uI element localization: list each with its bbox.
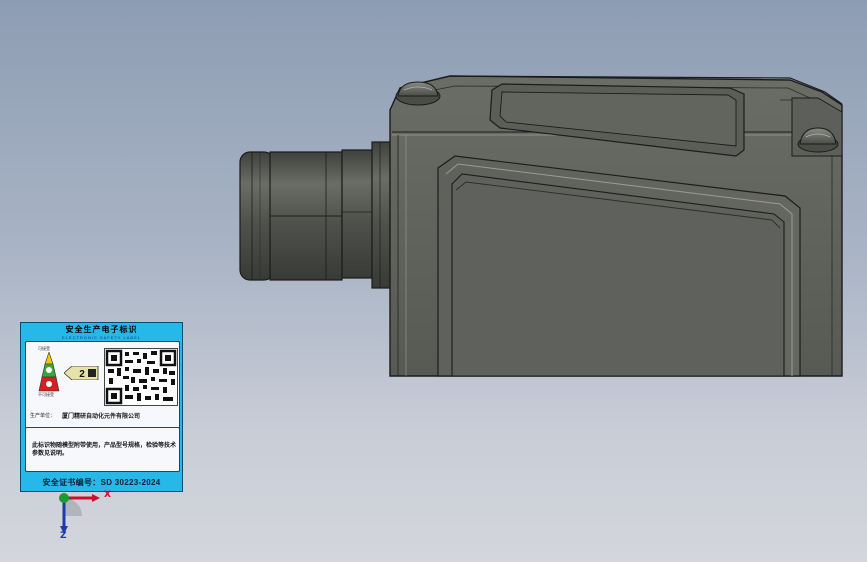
z-axis-label: Z: [60, 531, 67, 541]
grade-arrow-tag-icon: 2: [64, 366, 99, 380]
x-axis-label: X: [104, 490, 111, 500]
label-notice-text: 此标识物随模型附带使用，产品型号规格，检验等技术参数见说明。: [32, 443, 177, 457]
x-axis-arrow: [92, 494, 100, 502]
level-bottom-text: 不可接受: [38, 392, 54, 397]
cad-viewport[interactable]: 安全生产电子标识 ELECTRONIC SAFETY LABEL 可接受 2 不…: [0, 0, 867, 562]
y-axis-origin: [59, 493, 69, 503]
producer-label: 生产单位：: [30, 413, 56, 419]
svg-text:2: 2: [79, 369, 85, 380]
risk-grade-pyramid-icon: [38, 352, 60, 392]
enclosure-body: [389, 75, 843, 377]
producer-name: 厦门精研自动化元件有限公司: [62, 414, 141, 420]
qr-code-icon[interactable]: [104, 348, 178, 406]
cable-gland: [239, 141, 391, 289]
label-notice-panel: 此标识物随模型附带使用，产品型号规格，检验等技术参数见说明。: [25, 427, 180, 472]
safety-label-badge: 安全生产电子标识 ELECTRONIC SAFETY LABEL 可接受 2 不…: [20, 322, 183, 492]
